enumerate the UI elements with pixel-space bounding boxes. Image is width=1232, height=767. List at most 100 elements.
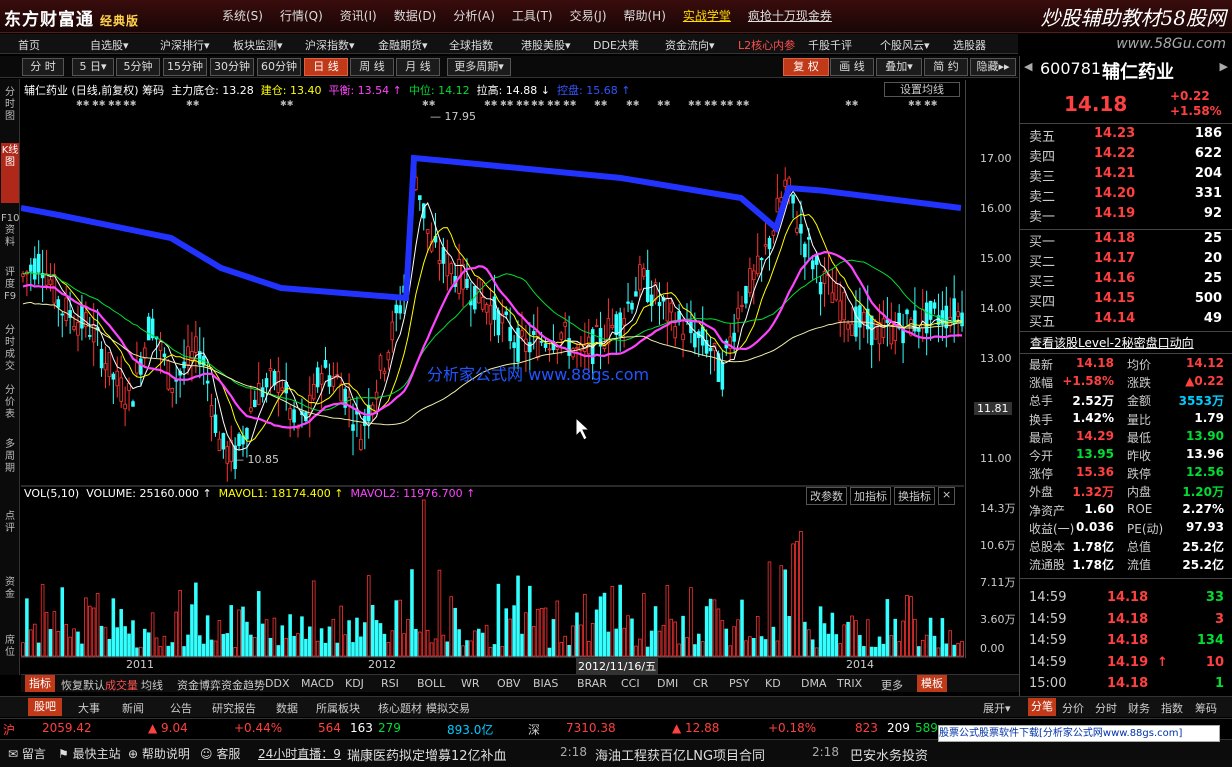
ask-row[interactable]: 卖四 14.22 622: [1029, 146, 1224, 166]
vol-button-2[interactable]: 换指标: [894, 487, 935, 505]
news-tab-1[interactable]: 大事: [78, 700, 100, 716]
vol-button-0[interactable]: 改参数: [806, 487, 847, 505]
left-nav-item-2[interactable]: F10资料: [1, 211, 19, 251]
period-tab-8[interactable]: 月 线: [396, 58, 440, 76]
indicator-tab-21[interactable]: TRIX: [837, 677, 862, 690]
period-tab-4[interactable]: 30分钟: [210, 58, 254, 76]
news-tab-7[interactable]: 核心题材: [378, 700, 422, 716]
right-tab-6[interactable]: 筹码: [1195, 700, 1217, 716]
nav-item-12[interactable]: 个股风云▾: [880, 37, 930, 53]
indicator-tab-7[interactable]: MACD: [301, 677, 334, 690]
news-tab-5[interactable]: 数据: [276, 700, 298, 716]
bid-row[interactable]: 买三 14.16 25: [1029, 271, 1224, 291]
menu-1[interactable]: 行情(Q): [280, 7, 323, 24]
period-tab-6[interactable]: 日 线: [304, 58, 348, 76]
period-tab-2[interactable]: 5分钟: [116, 58, 160, 76]
indicator-tab-15[interactable]: CCI: [621, 677, 640, 690]
indicator-tab-12[interactable]: OBV: [497, 677, 520, 690]
indicator-tab-4[interactable]: 资金博弈: [177, 677, 221, 693]
ask-row[interactable]: 卖五 14.23 186: [1029, 126, 1224, 146]
chart-tool-2[interactable]: 叠加▾: [876, 58, 922, 76]
period-tab-7[interactable]: 周 线: [350, 58, 394, 76]
indicator-tab-9[interactable]: RSI: [381, 677, 399, 690]
bid-row[interactable]: 买一 14.18 25: [1029, 231, 1224, 251]
ask-row[interactable]: 卖三 14.21 204: [1029, 166, 1224, 186]
service-button[interactable]: ☺ 客服: [200, 745, 240, 762]
left-nav-item-0[interactable]: 分时图: [1, 85, 19, 135]
right-tab-2[interactable]: 分价: [1062, 700, 1084, 716]
indicator-tab-10[interactable]: BOLL: [417, 677, 445, 690]
news-tab-0[interactable]: 股吧: [28, 698, 62, 716]
menu-5[interactable]: 工具(T): [512, 7, 553, 24]
news-item-2[interactable]: 海油工程获百亿LNG项目合同: [595, 745, 765, 764]
indicator-tab-16[interactable]: DMI: [657, 677, 678, 690]
sz-index[interactable]: 7310.38: [566, 721, 616, 735]
period-tab-0[interactable]: 分 时: [22, 58, 64, 76]
news-item-1[interactable]: 瑞康医药拟定增募12亿补血: [347, 745, 507, 764]
chart-tool-1[interactable]: 画 线: [830, 58, 874, 76]
promo-study[interactable]: 实战学堂: [683, 7, 731, 24]
nav-item-2[interactable]: 沪深排行▾: [160, 37, 210, 53]
nav-item-5[interactable]: 金融期货▾: [378, 37, 428, 53]
promo-coupon[interactable]: 疯抢十万现金券: [748, 7, 832, 24]
left-nav-item-1[interactable]: K线图: [1, 143, 19, 203]
sh-index[interactable]: 2059.42: [42, 721, 92, 735]
nav-item-6[interactable]: 全球指数: [449, 37, 493, 53]
ask-row[interactable]: 卖一 14.19 92: [1029, 206, 1224, 226]
vol-button-1[interactable]: 加指标: [850, 487, 891, 505]
ask-row[interactable]: 卖二 14.20 331: [1029, 186, 1224, 206]
nav-item-4[interactable]: 沪深指数▾: [305, 37, 355, 53]
menu-4[interactable]: 分析(A): [453, 7, 495, 24]
indicator-tab-1[interactable]: 恢复默认: [61, 677, 105, 693]
period-tab-5[interactable]: 60分钟: [257, 58, 301, 76]
indicator-tab-19[interactable]: KD: [765, 677, 781, 690]
indicator-tab-14[interactable]: BRAR: [577, 677, 607, 690]
left-nav-item-7[interactable]: 点评: [1, 509, 19, 553]
menu-3[interactable]: 数据(D): [394, 7, 437, 24]
nav-item-11[interactable]: 千股千评: [808, 37, 852, 53]
left-arrow-icon[interactable]: ◀: [1024, 60, 1032, 73]
menu-7[interactable]: 帮助(H): [624, 7, 666, 24]
bid-row[interactable]: 买四 14.15 500: [1029, 291, 1224, 311]
bid-row[interactable]: 买二 14.17 20: [1029, 251, 1224, 271]
news-tab-4[interactable]: 研究报告: [212, 700, 256, 716]
level2-link[interactable]: 查看该股Level-2秘密盘口动向: [1030, 334, 1194, 351]
menu-2[interactable]: 资讯(I): [340, 7, 377, 24]
indicator-tab-20[interactable]: DMA: [801, 677, 827, 690]
left-nav-item-9[interactable]: 席位: [1, 633, 19, 675]
indicator-tab-11[interactable]: WR: [461, 677, 480, 690]
bid-row[interactable]: 买五 14.14 49: [1029, 311, 1224, 331]
indicator-tab-17[interactable]: CR: [693, 677, 708, 690]
indicator-tab-5[interactable]: 资金趋势: [221, 677, 265, 693]
period-tab-1[interactable]: 5 日▾: [72, 58, 114, 76]
live-label[interactable]: 24小时直播：9: [258, 745, 341, 762]
right-arrow-icon[interactable]: ▶: [1220, 60, 1228, 73]
indicator-tab-22[interactable]: 更多: [881, 677, 903, 693]
right-tab-0[interactable]: 展开▾: [983, 700, 1011, 716]
help-button[interactable]: ⊕ 帮助说明: [128, 745, 190, 762]
chart-tool-3[interactable]: 简 约: [924, 58, 968, 76]
nav-item-13[interactable]: 选股器: [953, 37, 986, 53]
nav-item-10[interactable]: L2核心内参: [738, 37, 795, 53]
menu-0[interactable]: 系统(S): [222, 7, 263, 24]
nav-item-8[interactable]: DDE决策: [593, 37, 639, 53]
right-tab-5[interactable]: 指数: [1161, 700, 1183, 716]
nav-item-1[interactable]: 自选股▾: [90, 37, 129, 53]
vol-button-3[interactable]: ×: [938, 487, 956, 505]
set-ma-button[interactable]: 设置均线: [884, 82, 960, 97]
fast-server-button[interactable]: ⚑ 最快主站: [58, 745, 121, 762]
indicator-tab-0[interactable]: 指标: [25, 675, 55, 692]
chips-label[interactable]: 筹码: [142, 84, 164, 97]
left-nav-item-6[interactable]: 多周期: [1, 437, 19, 487]
news-tab-2[interactable]: 新闻: [122, 700, 144, 716]
chart-tool-0[interactable]: 复 权: [783, 58, 829, 76]
kline-chart[interactable]: — 17.95— 10.85分析家公式网 www.88gs.com✱✱ ✱✱ ✱✱ ✱…: [21, 80, 964, 658]
indicator-tab-8[interactable]: KDJ: [345, 677, 364, 690]
left-nav-item-5[interactable]: 分价表: [1, 383, 19, 425]
nav-item-0[interactable]: 首页: [18, 37, 40, 53]
ad-footer[interactable]: 股票公式股票软件下载[分析家公式网www.88gs.com]: [938, 725, 1220, 742]
indicator-tab-6[interactable]: DDX: [265, 677, 289, 690]
news-tab-3[interactable]: 公告: [170, 700, 192, 716]
chart-tool-4[interactable]: 隐藏▸▸: [970, 58, 1016, 76]
indicator-tab-3[interactable]: 均线: [141, 677, 163, 693]
